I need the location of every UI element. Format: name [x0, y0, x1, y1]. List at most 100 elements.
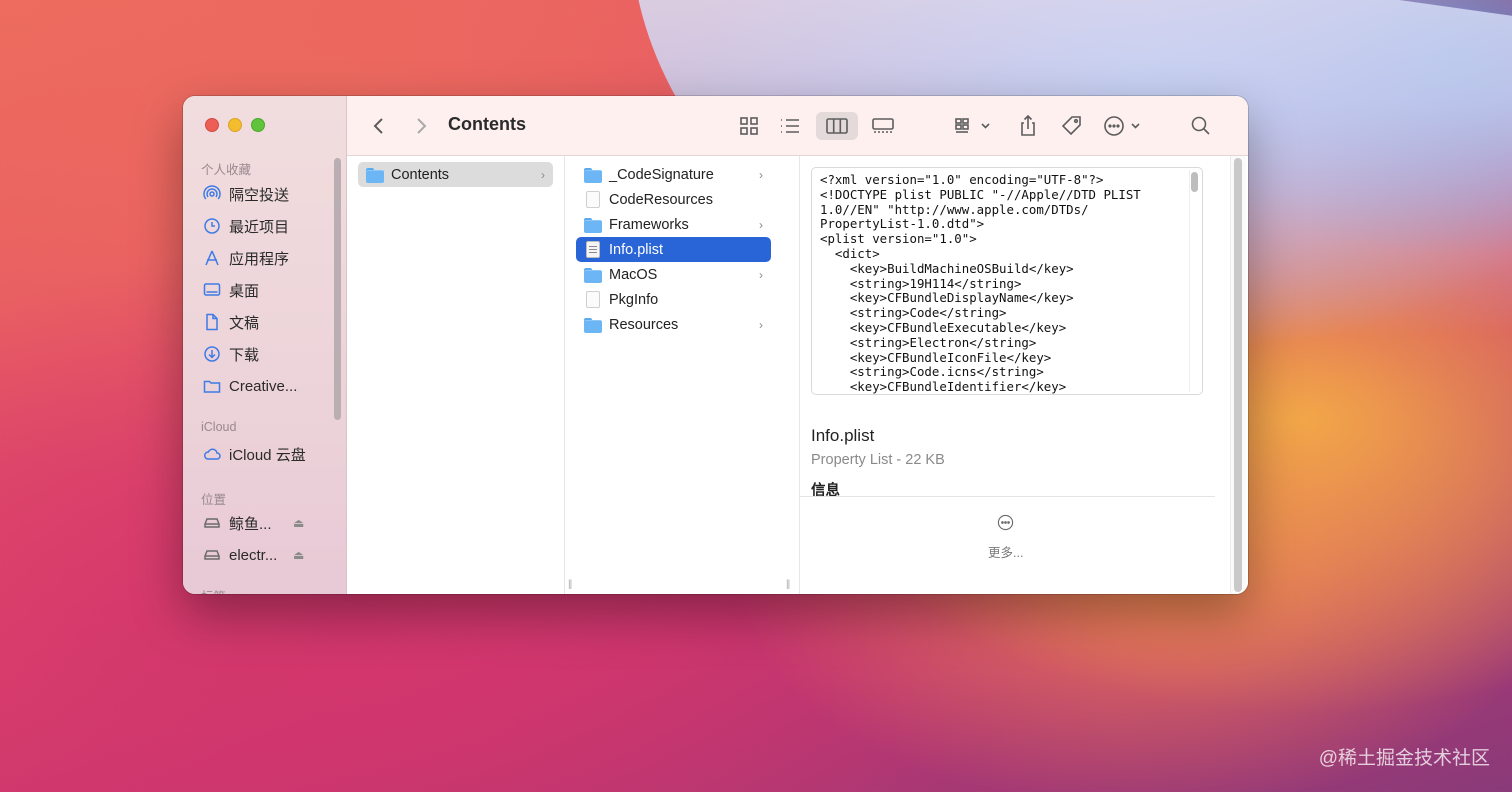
column-browser: Contents › || _CodeSignature › CodeResou…	[347, 156, 1248, 594]
sidebar-item-label: 隔空投送	[229, 186, 290, 204]
preview-scrollbar[interactable]	[1191, 172, 1198, 192]
back-icon	[373, 118, 383, 134]
item-label: CodeResources	[609, 191, 713, 208]
chevron-right-icon: ›	[759, 267, 763, 282]
forward-icon	[417, 118, 427, 134]
item-label: Resources	[609, 316, 679, 333]
download-icon	[203, 345, 221, 363]
sidebar-scrollbar[interactable]	[334, 158, 341, 420]
preview-scroll-track	[1189, 170, 1200, 392]
sidebar-item-label: 下载	[229, 346, 260, 364]
sidebar-section-locations: 位置	[201, 493, 227, 507]
icon-view-button[interactable]	[734, 112, 764, 140]
sidebar-section-favorites: 个人收藏	[201, 163, 252, 177]
preview-column: <?xml version="1.0" encoding="UTF-8"?> <…	[800, 156, 1248, 594]
column-view-icon	[826, 118, 848, 134]
column-1: Contents › ||	[347, 156, 572, 594]
back-button[interactable]	[367, 112, 391, 140]
share-icon	[1021, 114, 1035, 136]
item-label: PkgInfo	[609, 291, 659, 308]
file-icon	[586, 191, 600, 208]
watermark: @稀土掘金技术社区	[1318, 748, 1490, 769]
column-2: _CodeSignature › CodeResources Framework…	[565, 156, 800, 594]
item-label: Frameworks	[609, 216, 689, 233]
sidebar-item-airdrop[interactable]: 隔空投送	[203, 182, 289, 206]
actions-button[interactable]	[1103, 112, 1147, 140]
sidebar-item-downloads[interactable]: 下载	[203, 342, 259, 366]
file-icon	[586, 291, 600, 308]
column-scrollbar[interactable]	[1234, 158, 1242, 592]
airdrop-icon	[203, 185, 221, 203]
plist-code: <?xml version="1.0" encoding="UTF-8"?> <…	[820, 172, 1141, 395]
clock-icon	[203, 217, 221, 235]
window-title: Contents	[448, 114, 526, 134]
sidebar-item-label: 桌面	[229, 282, 260, 300]
eject-icon[interactable]: ⏏	[293, 516, 304, 530]
gallery-view-button[interactable]	[867, 112, 899, 140]
tag-icon	[1061, 116, 1081, 136]
sidebar-item-recents[interactable]: 最近项目	[203, 214, 289, 238]
search-icon	[1191, 116, 1210, 135]
sidebar-section-icloud: iCloud	[201, 420, 237, 434]
list-item[interactable]: Resources ›	[576, 312, 771, 337]
sidebar-item-label: electr...	[229, 546, 278, 564]
folder-icon	[366, 167, 384, 183]
group-button[interactable]	[953, 112, 995, 140]
sidebar-item-documents[interactable]: 文稿	[203, 310, 259, 334]
eject-icon[interactable]: ⏏	[293, 548, 304, 562]
sidebar-item-label: 鲸鱼...	[229, 515, 272, 533]
search-button[interactable]	[1187, 112, 1215, 140]
sidebar: 个人收藏 隔空投送 最近项目 应用程序 桌面 文稿 下载 Creative...…	[183, 96, 347, 594]
gallery-view-icon	[872, 118, 894, 133]
disk-icon	[203, 514, 221, 532]
plist-preview[interactable]: <?xml version="1.0" encoding="UTF-8"?> <…	[811, 167, 1203, 395]
list-item[interactable]: Contents ›	[358, 162, 553, 187]
item-label: MacOS	[609, 266, 658, 283]
window-controls	[205, 118, 265, 132]
more-icon[interactable]	[997, 514, 1014, 531]
sidebar-item-creative[interactable]: Creative...	[203, 374, 297, 398]
sidebar-item-label: Creative...	[229, 377, 298, 395]
more-actions-icon	[1104, 116, 1140, 136]
tag-button[interactable]	[1058, 112, 1086, 140]
sidebar-item-label: iCloud 云盘	[229, 446, 306, 464]
list-item[interactable]: CodeResources	[576, 187, 771, 212]
forward-button[interactable]	[409, 112, 433, 140]
group-icon	[955, 118, 990, 133]
icon-view-icon	[740, 117, 758, 135]
list-view-button[interactable]	[775, 112, 805, 140]
plist-file-icon	[586, 241, 600, 258]
folder-icon	[584, 317, 602, 333]
file-kind: Property List - 22 KB	[811, 452, 945, 468]
sidebar-item-disk-1[interactable]: 鲸鱼...	[203, 511, 272, 535]
share-button[interactable]	[1015, 112, 1041, 140]
sidebar-section-tags: 标签	[201, 586, 226, 594]
minimize-button[interactable]	[228, 118, 242, 132]
column-resize-handle[interactable]: ||	[786, 579, 790, 590]
finder-window: 个人收藏 隔空投送 最近项目 应用程序 桌面 文稿 下载 Creative...…	[183, 96, 1248, 594]
disk-icon	[203, 546, 221, 564]
sidebar-item-icloud-drive[interactable]: iCloud 云盘	[203, 442, 306, 466]
sidebar-item-label: 应用程序	[229, 250, 290, 268]
list-item[interactable]: MacOS ›	[576, 262, 771, 287]
sidebar-item-desktop[interactable]: 桌面	[203, 278, 259, 302]
folder-icon	[584, 167, 602, 183]
chevron-right-icon: ›	[541, 167, 545, 182]
sidebar-item-label: 最近项目	[229, 218, 290, 236]
sidebar-item-disk-2[interactable]: electr...	[203, 543, 277, 567]
sidebar-item-applications[interactable]: 应用程序	[203, 246, 289, 270]
list-item[interactable]: _CodeSignature ›	[576, 162, 771, 187]
list-item[interactable]: Frameworks ›	[576, 212, 771, 237]
more-button[interactable]: 更多...	[988, 542, 1023, 561]
folder-icon	[584, 267, 602, 283]
toolbar: Contents	[347, 96, 1248, 156]
list-item[interactable]: Info.plist	[576, 237, 771, 262]
item-label: _CodeSignature	[609, 166, 714, 183]
zoom-button[interactable]	[251, 118, 265, 132]
column-view-button[interactable]	[816, 112, 858, 140]
folder-icon	[203, 377, 221, 395]
document-icon	[203, 313, 221, 331]
list-item[interactable]: PkgInfo	[576, 287, 771, 312]
close-button[interactable]	[205, 118, 219, 132]
cloud-icon	[203, 445, 221, 463]
